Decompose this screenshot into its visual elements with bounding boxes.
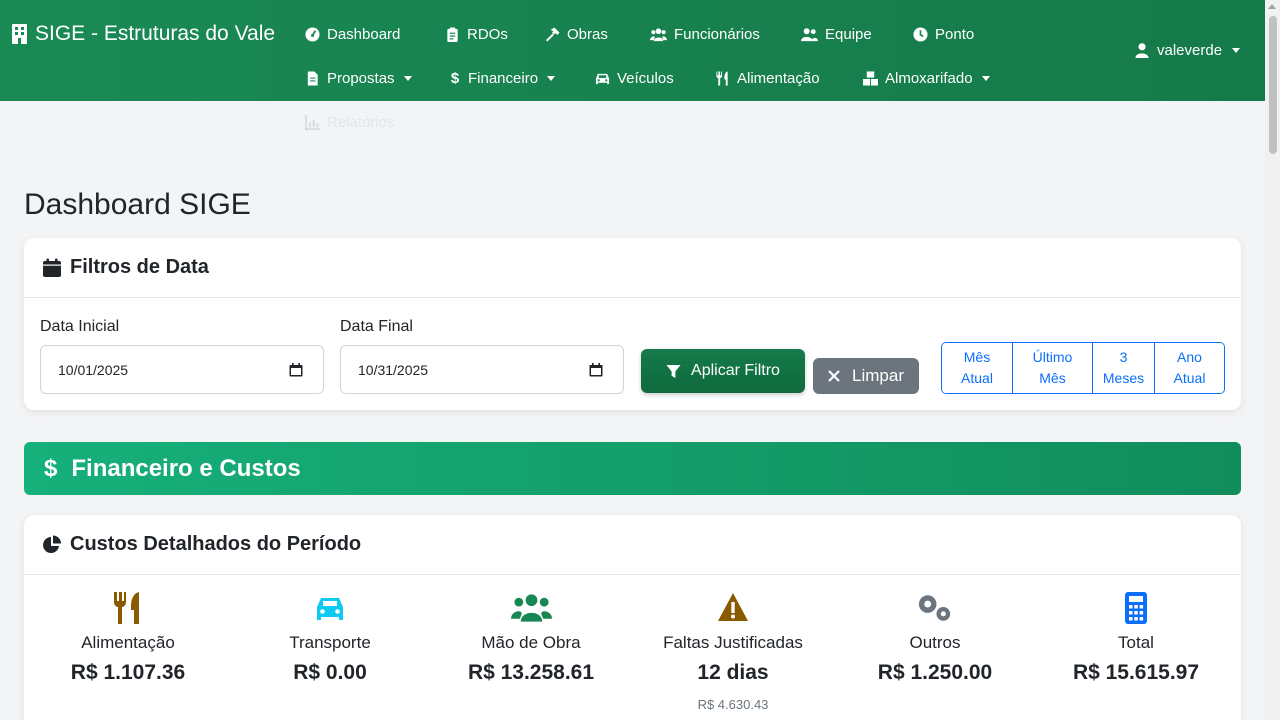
current-month-button[interactable]: Mês Atual (942, 343, 1013, 393)
brand[interactable]: SIGE - Estruturas do Vale (12, 22, 275, 46)
nav-ponto[interactable]: Ponto (913, 24, 974, 44)
users-icon (650, 27, 667, 41)
brand-name: SIGE - Estruturas do Vale (35, 22, 276, 45)
chevron-down-icon (403, 75, 412, 81)
financial-section-banner: $ Financeiro e Custos (24, 442, 1241, 495)
car-icon (595, 73, 610, 84)
utensils-icon (114, 592, 139, 624)
cost-item-faltas-justificadas: Faltas Justificadas 12 dias R$ 4.630.43 (643, 589, 823, 712)
users-icon (510, 594, 552, 622)
chevron-down-icon (1232, 48, 1241, 53)
pie-chart-icon (43, 535, 61, 553)
gauge-icon (305, 26, 320, 42)
nav-alimentacao[interactable]: Alimentação (715, 68, 820, 88)
three-months-button[interactable]: 3 Meses (1093, 343, 1155, 393)
nav-obras[interactable]: Obras (545, 24, 608, 44)
calendar-icon (43, 258, 61, 277)
filter-card-header: Filtros de Data (24, 238, 1241, 298)
nav-relatorios[interactable]: Relatórios (305, 112, 395, 132)
user-group-icon (801, 27, 818, 41)
end-date-label: Data Final (340, 318, 413, 335)
nav-rdos[interactable]: RDOs (445, 24, 508, 44)
cost-item-outros: Outros R$ 1.250.00 (845, 589, 1025, 685)
quick-range-button-group: Mês Atual Último Mês 3 Meses Ano Atual (941, 342, 1225, 394)
cost-item-transporte: Transporte R$ 0.00 (240, 589, 420, 685)
user-menu[interactable]: valeverde (1135, 42, 1241, 59)
nav-propostas[interactable]: Propostas (305, 68, 412, 88)
costs-card: Custos Detalhados do Período Alimentação… (24, 515, 1241, 720)
warning-icon (718, 593, 748, 621)
top-navbar: SIGE - Estruturas do Vale Dashboard RDOs… (0, 0, 1265, 101)
cost-item-total: Total R$ 15.615.97 (1046, 589, 1226, 685)
date-filter-card: Filtros de Data Data Inicial 10/01/2025 … (24, 238, 1241, 410)
nav-funcionarios[interactable]: Funcionários (650, 24, 760, 44)
car-icon (317, 598, 343, 620)
nav-veiculos[interactable]: Veículos (595, 68, 674, 88)
calculator-icon (1125, 592, 1147, 624)
close-icon (828, 370, 840, 382)
dollar-icon: $ (44, 454, 58, 482)
filter-card-title: Filtros de Data (70, 256, 209, 278)
calendar-icon[interactable] (589, 363, 603, 377)
utensils-icon (716, 70, 728, 86)
page-title: Dashboard SIGE (24, 188, 251, 221)
start-date-label: Data Inicial (40, 318, 120, 335)
nav-dashboard[interactable]: Dashboard (305, 24, 400, 44)
calendar-icon[interactable] (289, 363, 303, 377)
scroll-up-arrow-icon[interactable] (1268, 4, 1276, 9)
end-date-input[interactable]: 10/31/2025 (340, 345, 624, 394)
user-name: valeverde (1157, 42, 1223, 59)
costs-card-title: Custos Detalhados do Período (70, 533, 362, 555)
costs-card-header: Custos Detalhados do Período (24, 515, 1241, 575)
last-month-button[interactable]: Último Mês (1013, 343, 1093, 393)
scroll-thumb[interactable] (1269, 16, 1277, 154)
cost-item-mao-de-obra: Mão de Obra R$ 13.258.61 (441, 589, 621, 685)
chart-icon (305, 114, 320, 130)
filter-icon (666, 364, 681, 378)
cogs-icon (918, 595, 950, 621)
cost-item-alimentacao: Alimentação R$ 1.107.36 (38, 589, 218, 685)
page-scrollbar[interactable] (1265, 0, 1280, 720)
dollar-icon: $ (450, 69, 460, 87)
building-icon (12, 24, 27, 44)
clear-filter-button[interactable]: Limpar (813, 358, 919, 394)
chevron-down-icon (547, 75, 556, 81)
nav-financeiro[interactable]: $ Financeiro (449, 68, 556, 88)
hammer-icon (545, 26, 560, 42)
nav-almoxarifado[interactable]: Almoxarifado (863, 68, 990, 88)
chevron-down-icon (981, 75, 990, 81)
apply-filter-button[interactable]: Aplicar Filtro (641, 349, 805, 393)
file-icon (307, 70, 318, 86)
user-icon (1135, 43, 1149, 58)
clipboard-icon (447, 26, 458, 42)
start-date-input[interactable]: 10/01/2025 (40, 345, 324, 394)
clock-icon (913, 26, 928, 42)
current-year-button[interactable]: Ano Atual (1155, 343, 1224, 393)
section-title: Financeiro e Custos (71, 454, 301, 482)
boxes-icon (863, 70, 878, 86)
nav-equipe[interactable]: Equipe (801, 24, 872, 44)
